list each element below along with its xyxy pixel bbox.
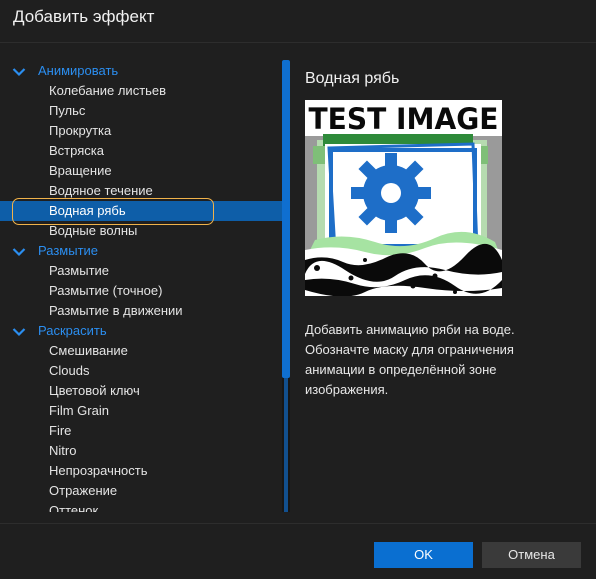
tree-row-label: Nitro — [49, 443, 77, 458]
tree-row-label: Колебание листьев — [49, 83, 167, 98]
chevron-down-icon[interactable] — [12, 327, 26, 337]
tree-item[interactable]: Fire — [0, 421, 282, 441]
tree-group[interactable]: Раскрасить — [0, 321, 282, 341]
dialog-title: Добавить эффект — [13, 7, 155, 26]
tree-row-label: Раскрасить — [38, 323, 107, 338]
tree-row-label: Пульс — [49, 103, 86, 118]
tree-row-label: Прокрутка — [49, 123, 112, 138]
preview-image: TEST IMAGE — [305, 100, 502, 296]
tree-row-label: Размытие (точное) — [49, 283, 163, 298]
tree-row-label: Отражение — [49, 483, 118, 498]
tree-item[interactable]: Film Grain — [0, 401, 282, 421]
tree-item-selected[interactable]: Водная рябь — [0, 201, 282, 221]
tree-row-label: Размытие — [49, 263, 110, 278]
tree-row-label: Размытие — [38, 243, 99, 258]
effect-description: Добавить анимацию ряби на воде. Обозначт… — [305, 322, 515, 397]
tree-row-label: Film Grain — [49, 403, 109, 418]
scrollbar-thumb[interactable] — [282, 60, 290, 378]
effects-tree[interactable]: Анимировать Колебание листьев Пульс Прокрут… — [0, 60, 282, 512]
tree-group[interactable]: Анимировать — [0, 61, 282, 81]
tree-item[interactable]: Прокрутка — [0, 121, 282, 141]
tree-item[interactable]: Водяное течение — [0, 181, 282, 201]
preview-title: Водная рябь — [305, 70, 400, 87]
tree-row-label: Цветовой ключ — [49, 383, 140, 398]
cancel-button[interactable]: Отмена — [482, 542, 581, 568]
tree-row-label: Оттенок — [49, 503, 99, 512]
tree-item[interactable]: Встряска — [0, 141, 282, 161]
tree-item[interactable]: Отражение — [0, 481, 282, 501]
tree-item[interactable]: Смешивание — [0, 341, 282, 361]
tree-row-label: Вращение — [49, 163, 112, 178]
tree-item[interactable]: Clouds — [0, 361, 282, 381]
add-effect-dialog: Добавить эффект Анимировать Колебание лис… — [0, 0, 596, 579]
tree-item[interactable]: Непрозрачность — [0, 461, 282, 481]
chevron-down-icon[interactable] — [12, 247, 26, 257]
tree-scrollbar[interactable] — [282, 60, 290, 512]
tree-row-label: Водяное течение — [49, 183, 153, 198]
ok-button[interactable]: OK — [374, 542, 473, 568]
tree-row-label: Размытие в движении — [49, 303, 183, 318]
tree-item[interactable]: Вращение — [0, 161, 282, 181]
tree-item[interactable]: Nitro — [0, 441, 282, 461]
tree-row-label: Встряска — [49, 143, 104, 158]
tree-row-label: Смешивание — [49, 343, 128, 358]
tree-group[interactable]: Размытие — [0, 241, 282, 261]
tree-item[interactable]: Размытие в движении — [0, 301, 282, 321]
preview-image-text: TEST IMAGE — [309, 102, 499, 136]
tree-item[interactable]: Оттенок — [0, 501, 282, 512]
scrollbar-track[interactable] — [284, 378, 288, 512]
tree-row-label: Непрозрачность — [49, 463, 148, 478]
tree-row-label: Водная рябь — [49, 203, 126, 218]
tree-item[interactable]: Размытие (точное) — [0, 281, 282, 301]
tree-item[interactable]: Размытие — [0, 261, 282, 281]
tree-item[interactable]: Водные волны — [0, 221, 282, 241]
tree-row-label: Анимировать — [38, 63, 119, 78]
footer-divider — [0, 523, 596, 524]
chevron-down-icon[interactable] — [12, 67, 26, 77]
tree-item[interactable]: Пульс — [0, 101, 282, 121]
title-divider — [0, 42, 596, 43]
tree-item[interactable]: Цветовой ключ — [0, 381, 282, 401]
tree-row-label: Водные волны — [49, 223, 138, 238]
tree-row-label: Fire — [49, 423, 72, 438]
tree-row-label: Clouds — [49, 363, 90, 378]
tree-item[interactable]: Колебание листьев — [0, 81, 282, 101]
